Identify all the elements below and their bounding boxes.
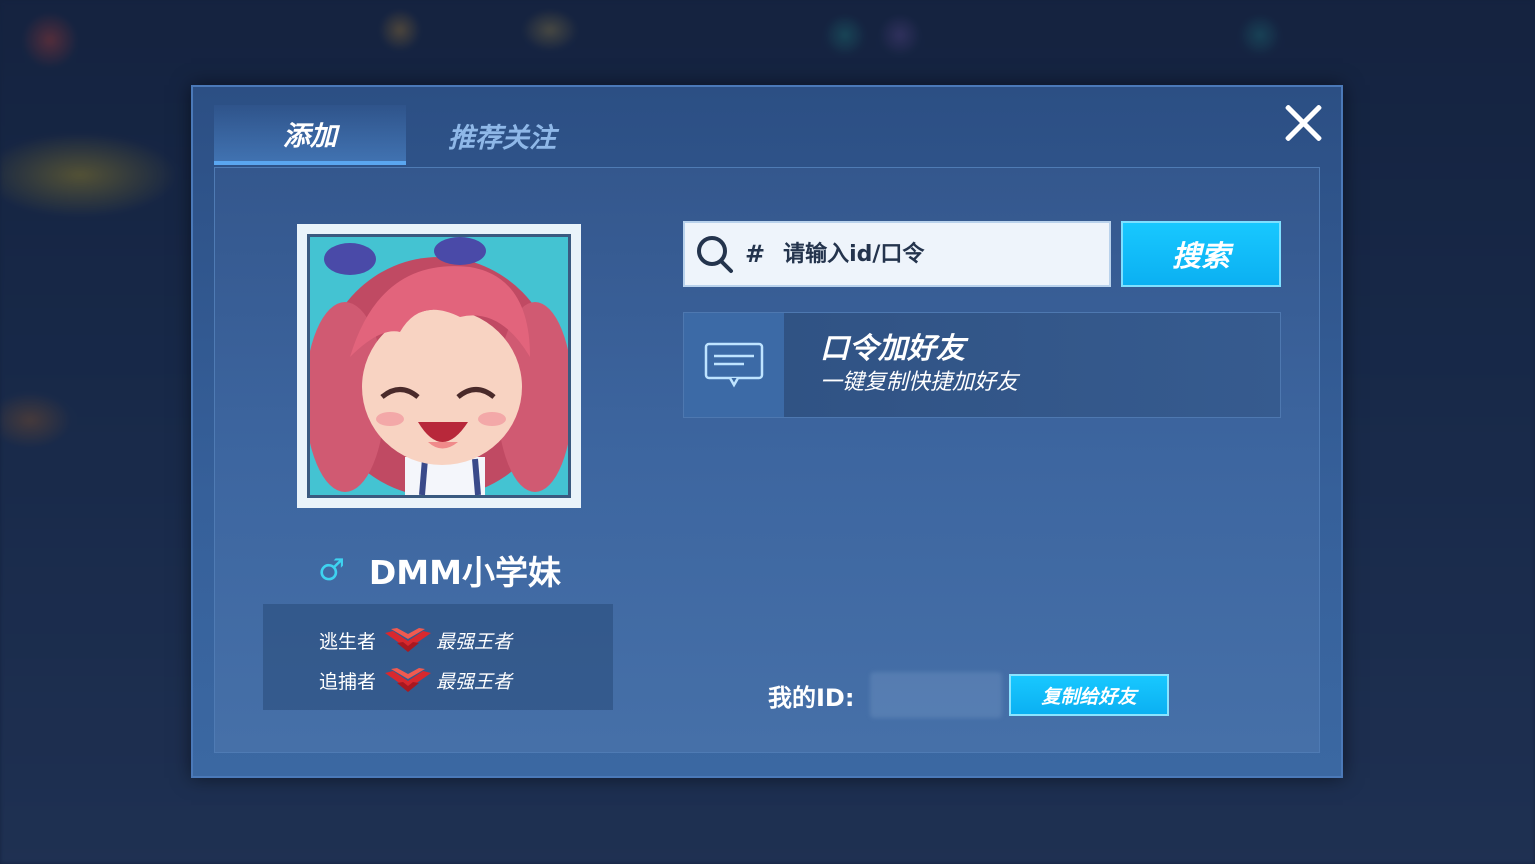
rank-row-hunter: 追捕者 最强王者 (319, 660, 613, 700)
close-icon[interactable] (1281, 101, 1325, 145)
rank-badge-icon (385, 628, 431, 652)
search-input[interactable] (781, 240, 1086, 268)
rank-badge-icon (385, 668, 431, 692)
my-id-value-blurred (870, 672, 1002, 718)
avatar-frame (297, 224, 581, 508)
hash-symbol: # (745, 240, 766, 268)
rank-row-survivor: 逃生者 最强王者 (319, 620, 613, 660)
code-card-title: 口令加好友 (820, 331, 966, 365)
add-friend-dialog: 添加 推荐关注 ♂ DMM小学妹 逃生者 最强王者 追捕者 最强王者 # 请输入… (191, 85, 1343, 778)
search-icon (697, 236, 733, 273)
tab-add[interactable]: 添加 (214, 105, 406, 165)
code-card-text: 口令加好友 一键复制快捷加好友 (784, 313, 1018, 417)
code-card-icon-area (684, 313, 784, 417)
rank-role: 逃生者 (319, 630, 377, 653)
search-box[interactable]: # (683, 221, 1111, 287)
rank-title: 最强王者 (436, 670, 513, 693)
male-gender-icon: ♂ (318, 552, 345, 588)
copy-to-friend-button[interactable]: 复制给好友 (1009, 674, 1169, 716)
search-button[interactable]: 搜索 (1121, 221, 1281, 287)
tab-bar: 添加 推荐关注 (214, 105, 598, 165)
rank-role: 追捕者 (319, 670, 377, 693)
avatar-character-image (310, 237, 568, 495)
tab-recommended-follow[interactable]: 推荐关注 (406, 105, 598, 165)
rank-box: 逃生者 最强王者 追捕者 最强王者 (263, 604, 613, 710)
player-name-row: ♂ DMM小学妹 (318, 546, 561, 594)
avatar (307, 234, 571, 498)
message-icon (704, 342, 764, 388)
code-add-friend-card[interactable]: 口令加好友 一键复制快捷加好友 (683, 312, 1281, 418)
rank-title: 最强王者 (436, 630, 513, 653)
code-card-subtitle: 一键复制快捷加好友 (820, 370, 1019, 395)
player-name: DMM小学妹 (368, 553, 561, 592)
content-panel: ♂ DMM小学妹 逃生者 最强王者 追捕者 最强王者 # 请输入id/口令 搜索… (214, 167, 1320, 753)
my-id-label: 我的ID: (768, 684, 855, 712)
